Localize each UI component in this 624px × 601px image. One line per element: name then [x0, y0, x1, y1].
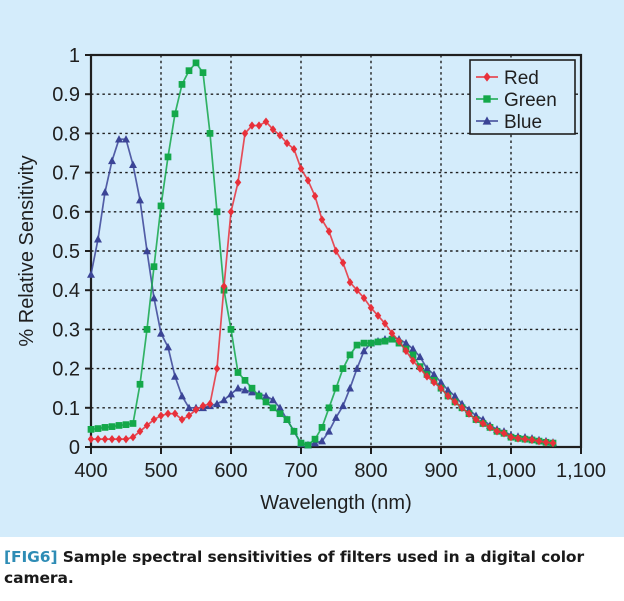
data-point-marker — [122, 421, 130, 429]
data-point-marker — [297, 439, 305, 447]
data-point-marker — [241, 377, 249, 384]
data-point-marker — [325, 404, 333, 412]
y-axis-tick-label: 0.3 — [52, 319, 80, 341]
data-point-marker — [150, 263, 158, 271]
y-axis-tick-label: 0.2 — [52, 359, 80, 381]
y-axis-tick-label: 0.8 — [52, 123, 80, 145]
y-axis-tick-label: 1 — [69, 45, 80, 67]
legend-label: Blue — [504, 112, 542, 133]
data-point-marker — [381, 337, 389, 345]
y-axis-tick-label: 0 — [69, 437, 80, 459]
data-point-marker — [87, 426, 95, 433]
data-point-marker — [290, 427, 298, 435]
caption-panel: [FIG6] Sample spectral sensitivities of … — [0, 537, 624, 601]
x-axis-tick-label: 1,100 — [556, 460, 606, 482]
data-point-marker — [94, 425, 102, 432]
y-axis-tick-label: 0.4 — [52, 280, 80, 302]
data-point-marker — [304, 441, 312, 449]
data-point-marker — [185, 67, 193, 75]
data-point-marker — [311, 435, 319, 443]
data-point-marker — [283, 416, 291, 423]
data-point-marker — [346, 351, 354, 359]
data-point-marker — [199, 69, 207, 76]
data-point-marker — [157, 202, 165, 210]
data-point-marker — [234, 369, 242, 376]
y-axis-tick-label: 0.7 — [52, 163, 80, 185]
y-axis-tick-label: 0.9 — [52, 84, 80, 106]
legend: RedGreenBlue — [469, 59, 576, 135]
data-point-marker — [255, 392, 263, 400]
x-axis-tick-label: 900 — [424, 460, 457, 482]
x-axis-tick-label: 1,000 — [486, 460, 536, 482]
y-axis-tick-label: 0.6 — [52, 202, 80, 224]
data-point-marker — [262, 398, 270, 406]
data-point-marker — [129, 420, 137, 427]
y-axis-title: % Relative Sensitivity — [16, 155, 38, 346]
y-axis-tick-label: 0.1 — [52, 398, 80, 420]
data-point-marker — [115, 422, 123, 429]
data-point-marker — [360, 339, 368, 347]
figure-root: 0 0.1 0.2 0.3 0.4 0.5 0.6 0.7 0.8 0.9 1 400 500 600 70… — [0, 0, 624, 601]
data-point-marker — [164, 153, 172, 161]
data-point-marker — [136, 380, 144, 388]
x-axis-title: Wavelength (nm) — [260, 492, 412, 514]
data-point-marker — [101, 424, 109, 431]
x-axis-tick-label: 700 — [284, 460, 317, 482]
data-point-marker — [276, 410, 284, 418]
data-point-marker — [248, 384, 256, 392]
data-point-marker — [143, 326, 151, 333]
data-point-marker — [483, 95, 491, 103]
data-point-marker — [206, 130, 214, 137]
data-point-marker — [367, 339, 375, 347]
figure-caption-text: Sample spectral sensitivities of filters… — [4, 548, 585, 587]
x-axis-tick-label: 800 — [354, 460, 387, 482]
data-point-marker — [178, 81, 186, 88]
x-axis-tick-label: 400 — [74, 460, 107, 482]
data-point-marker — [374, 338, 382, 346]
data-point-marker — [318, 424, 326, 431]
chart-panel: 0 0.1 0.2 0.3 0.4 0.5 0.6 0.7 0.8 0.9 1 400 500 600 70… — [0, 0, 624, 537]
data-point-marker — [192, 59, 200, 67]
y-axis-tick-label: 0.5 — [52, 241, 80, 263]
data-point-marker — [108, 423, 116, 430]
data-point-marker — [171, 110, 179, 118]
x-axis-tick-label: 500 — [144, 460, 177, 482]
data-point-marker — [213, 208, 221, 216]
data-point-marker — [339, 365, 347, 372]
data-point-marker — [227, 326, 235, 333]
legend-label: Red — [504, 68, 539, 89]
data-point-marker — [332, 384, 340, 392]
data-point-marker — [353, 341, 361, 349]
spectral-sensitivity-chart: 0 0.1 0.2 0.3 0.4 0.5 0.6 0.7 0.8 0.9 1 400 500 600 70… — [16, 45, 606, 514]
data-point-marker — [269, 404, 277, 412]
x-axis-tick-label: 600 — [214, 460, 247, 482]
figure-tag: [FIG6] — [4, 548, 58, 566]
legend-label: Green — [504, 90, 557, 111]
figure-caption: [FIG6] Sample spectral sensitivities of … — [4, 547, 618, 589]
